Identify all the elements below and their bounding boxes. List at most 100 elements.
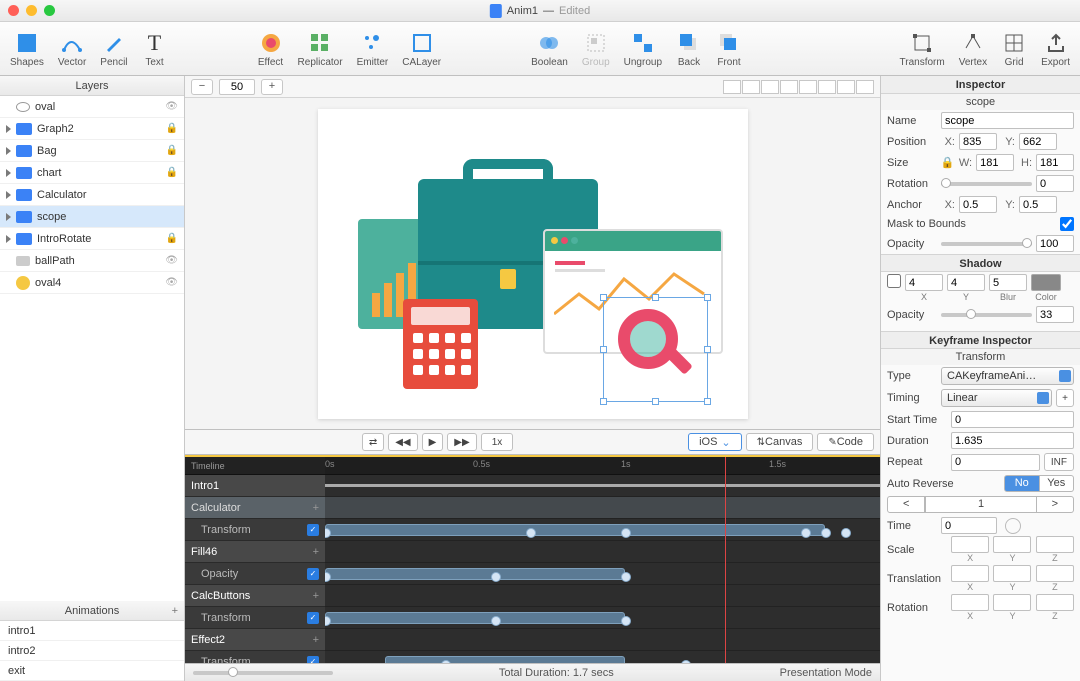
text-tool[interactable]: TText [142,30,168,68]
keyframe-marker[interactable] [441,660,451,663]
align-right-button[interactable] [761,80,779,94]
rotation-field[interactable] [1036,175,1074,192]
timing-add-button[interactable]: + [1056,389,1074,407]
boolean-tool[interactable]: Boolean [531,30,568,68]
transform-tool[interactable]: Transform [900,30,945,68]
ungroup-tool[interactable]: Ungroup [624,30,662,68]
align-middle-button[interactable] [799,80,817,94]
zoom-field[interactable]: 50 [219,79,255,95]
loop-button[interactable]: ⇄ [362,433,384,451]
keyframe-prev-button[interactable]: < [887,496,925,513]
close-window-button[interactable] [8,5,19,16]
keyframe-marker[interactable] [621,572,631,582]
timeline-track[interactable] [325,651,880,663]
add-track-button[interactable]: + [313,634,319,646]
keyframe-marker[interactable] [801,528,811,538]
animation-row[interactable]: intro1 [0,621,184,641]
shadow-color-swatch[interactable] [1031,274,1061,291]
lock-icon[interactable]: 🔒 [166,123,178,134]
distribute-v-button[interactable] [856,80,874,94]
layer-row[interactable]: Graph2🔒 [0,118,184,140]
scale-x-field[interactable] [951,536,989,553]
mask-to-bounds-checkbox[interactable] [1060,217,1074,231]
disclosure-icon[interactable] [6,147,11,155]
shadow-y-field[interactable] [947,274,985,291]
keyframe-marker[interactable] [621,616,631,626]
canvas-area[interactable] [185,98,880,429]
shapes-tool[interactable]: Shapes [10,30,44,68]
visibility-icon[interactable]: 👁 [165,255,178,266]
shadow-opacity-slider[interactable] [941,313,1032,317]
playhead-marker[interactable] [725,457,726,663]
timeline-name-row[interactable]: Effect2+ [185,629,325,651]
timeline-name-row[interactable]: Calculator+ [185,497,325,519]
track-segment[interactable] [325,568,625,580]
size-w-field[interactable] [976,154,1014,171]
rotation-slider[interactable] [941,182,1032,186]
animation-row[interactable]: exit [0,661,184,681]
keyframe-marker[interactable] [526,528,536,538]
timeline-track[interactable] [325,475,880,497]
keyframe-marker[interactable] [491,572,501,582]
layer-row[interactable]: oval👁 [0,96,184,118]
add-track-button[interactable]: + [313,546,319,558]
rewind-button[interactable]: ◀◀ [388,433,417,451]
platform-selector[interactable]: iOS ⌄ [688,433,742,451]
time-field[interactable] [941,517,997,534]
lock-icon[interactable]: 🔒 [166,167,178,178]
layer-row[interactable]: Calculator [0,184,184,206]
autoreverse-no[interactable]: No [1004,475,1040,492]
layer-row[interactable]: chart🔒 [0,162,184,184]
export-tool[interactable]: Export [1041,30,1070,68]
keyframe-next-button[interactable]: > [1037,496,1074,513]
anchor-x-field[interactable] [959,196,997,213]
shadow-opacity-field[interactable] [1036,306,1074,323]
selection-box[interactable] [603,297,708,402]
translation-y-field[interactable] [993,565,1031,582]
layer-row[interactable]: oval4👁 [0,272,184,294]
disclosure-icon[interactable] [6,213,11,221]
shadow-enable-checkbox[interactable] [887,274,901,288]
emitter-tool[interactable]: Emitter [357,30,389,68]
timeline-track[interactable] [325,541,880,563]
anchor-y-field[interactable] [1019,196,1057,213]
zoom-window-button[interactable] [44,5,55,16]
repeat-inf-button[interactable]: INF [1044,453,1074,471]
timeline-name-row[interactable]: Fill46+ [185,541,325,563]
visibility-icon[interactable]: 👁 [165,101,178,112]
align-left-button[interactable] [723,80,741,94]
position-x-field[interactable] [959,133,997,150]
timeline-ruler[interactable]: 0s0.5s1s1.5s2s2.5s [325,457,880,475]
track-segment[interactable] [385,656,625,663]
grid-tool[interactable]: Grid [1001,30,1027,68]
rotation-z-field[interactable] [1036,594,1074,611]
shadow-blur-field[interactable] [989,274,1027,291]
timeline-track[interactable] [325,629,880,651]
canvas[interactable] [318,109,748,419]
forward-button[interactable]: ▶▶ [447,433,476,451]
lock-icon[interactable]: 🔒 [166,145,178,156]
vector-tool[interactable]: Vector [58,30,86,68]
speed-selector[interactable]: 1x [481,433,514,451]
replicator-tool[interactable]: Replicator [298,30,343,68]
start-time-field[interactable] [951,411,1074,428]
timeline-track[interactable] [325,607,880,629]
align-top-button[interactable] [780,80,798,94]
scale-y-field[interactable] [993,536,1031,553]
autoreverse-yes[interactable]: Yes [1040,475,1075,492]
repeat-field[interactable] [951,454,1040,471]
canvas-toggle[interactable]: ⇅ Canvas [746,433,814,451]
lock-icon[interactable]: 🔒 [166,233,178,244]
group-tool[interactable]: Group [582,30,610,68]
play-button[interactable]: ▶ [422,433,444,451]
timing-select[interactable]: Linear [941,389,1052,407]
timeline-zoom-slider[interactable] [193,671,333,675]
vertex-tool[interactable]: Vertex [959,30,987,68]
track-enabled-checkbox[interactable]: ✓ [307,612,319,624]
scale-z-field[interactable] [1036,536,1074,553]
code-button[interactable]: ✎ Code [817,433,874,451]
front-tool[interactable]: Front [716,30,742,68]
distribute-h-button[interactable] [837,80,855,94]
disclosure-icon[interactable] [6,125,11,133]
add-track-button[interactable]: + [313,502,319,514]
